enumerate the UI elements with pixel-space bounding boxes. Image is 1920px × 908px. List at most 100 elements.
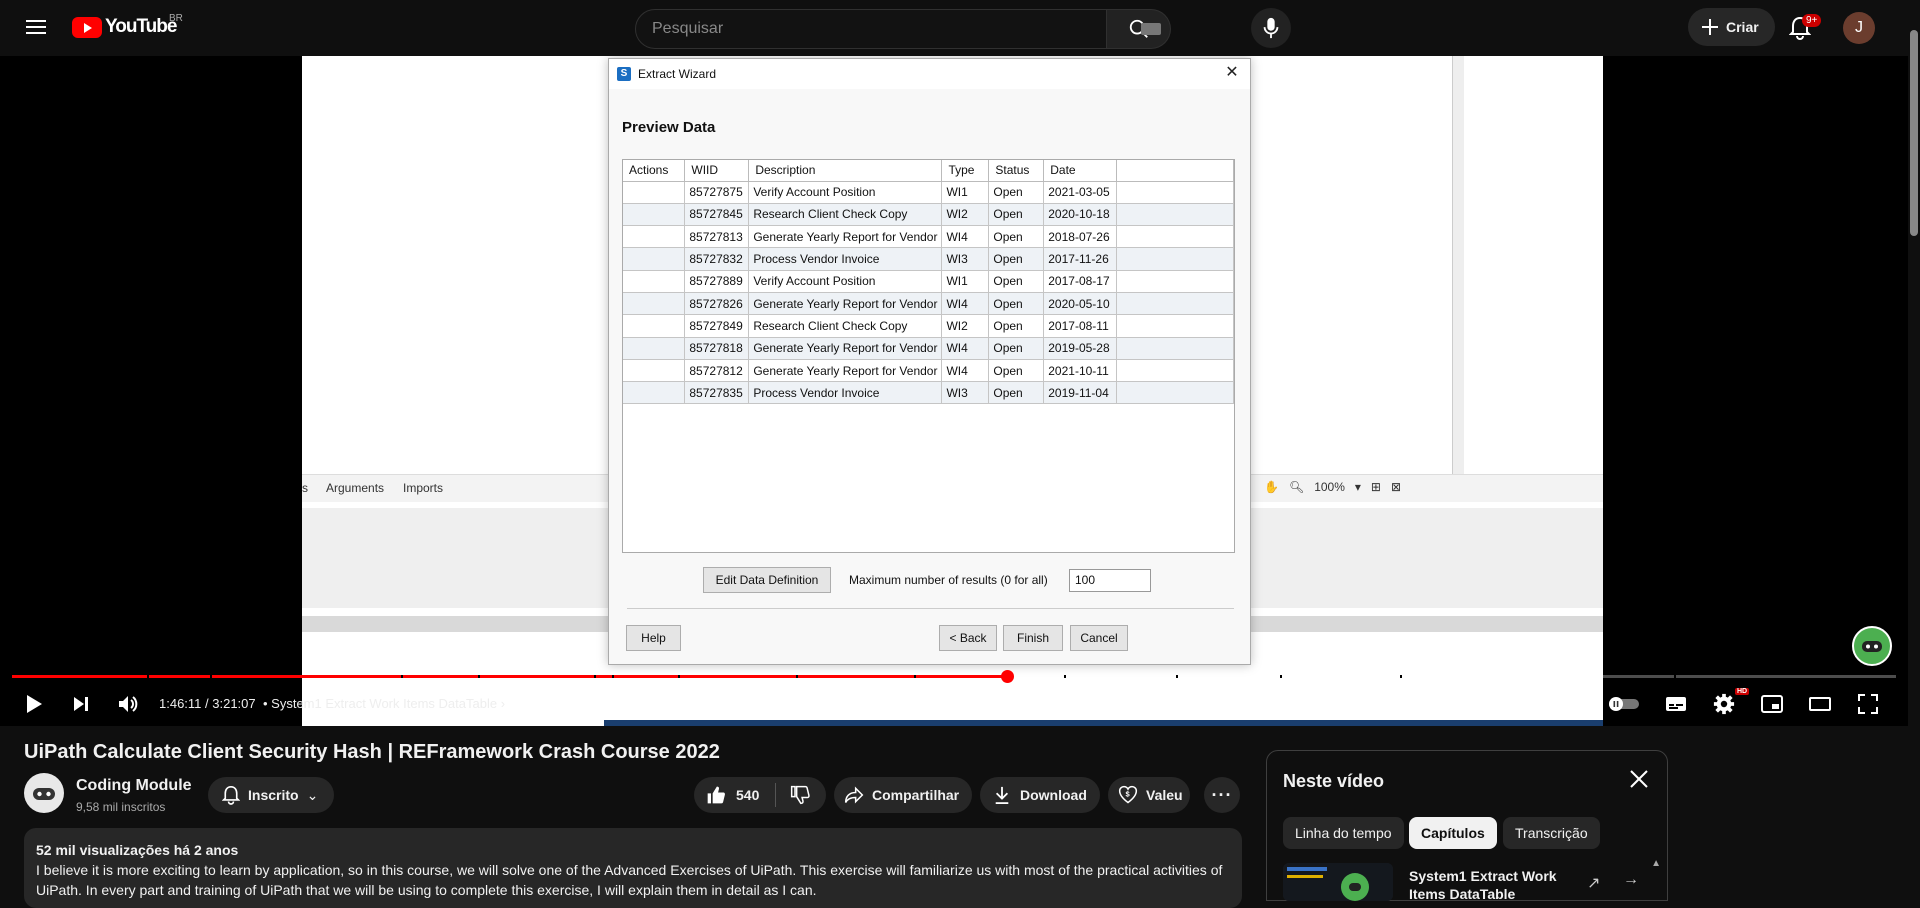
gear-icon: [1713, 693, 1735, 715]
player-controls: 1:46:11 / 3:21:07 • System1 Extract Work…: [0, 686, 1908, 726]
table-cell: 85727835: [684, 381, 750, 405]
youtube-play-icon: [72, 16, 102, 38]
more-icon: ···: [1211, 784, 1233, 805]
dialog-heading: Preview Data: [622, 119, 716, 136]
description-text: I believe it is more exciting to learn b…: [36, 862, 1223, 898]
tab-timeline[interactable]: Linha do tempo: [1283, 817, 1404, 849]
table-row: 85727818 Generate Yearly Report for Vendo…: [623, 337, 1234, 360]
table-cell: Verify Account Position: [748, 270, 943, 293]
miniplayer-button[interactable]: [1754, 686, 1790, 722]
like-button[interactable]: 540: [706, 785, 759, 805]
chapter-marker: [1674, 675, 1676, 678]
tab-transcript[interactable]: Transcrição: [1503, 817, 1600, 849]
chapter-marker: [1400, 675, 1402, 678]
table-cell: Open: [988, 381, 1045, 405]
thanks-button[interactable]: $ Valeu: [1108, 777, 1190, 813]
table-row: 85727835 Process Vendor Invoice WI3 Open 201…: [623, 381, 1234, 405]
miniplayer-icon: [1761, 695, 1783, 713]
table-cell: [1116, 292, 1234, 316]
panel-close-button[interactable]: [1629, 769, 1653, 793]
search-input[interactable]: [635, 9, 1107, 49]
column-header: Actions: [623, 160, 686, 182]
close-icon: [1630, 770, 1648, 788]
video-player[interactable]: s Arguments Imports ✋ 🔍︎ 100% ▾ ⊞ ⊠ S Ex…: [0, 56, 1908, 726]
subtitles-icon: [1666, 697, 1686, 711]
table-cell: Open: [988, 203, 1045, 227]
current-chapter-link[interactable]: • System1 Extract Work Items DataTable ›: [263, 696, 505, 711]
video-title: UiPath Calculate Client Security Hash | …: [24, 741, 720, 763]
video-frame[interactable]: s Arguments Imports ✋ 🔍︎ 100% ▾ ⊞ ⊠ S Ex…: [302, 56, 1603, 726]
table-row: 85727845 Research Client Check Copy WI2 Ope…: [623, 203, 1234, 227]
table-row: 85727849 Research Client Check Copy WI2 Ope…: [623, 314, 1234, 338]
chevron-down-icon: ⌄: [306, 786, 319, 803]
chapter-marker: [1280, 675, 1282, 678]
theater-mode-button[interactable]: [1802, 686, 1838, 722]
table-cell: [623, 314, 686, 338]
share-button[interactable]: Compartilhar: [834, 777, 972, 813]
table-cell: 85727826: [684, 292, 750, 316]
like-count: 540: [736, 787, 760, 803]
studio-tab-imports: Imports: [403, 481, 444, 495]
autoplay-toggle[interactable]: [1606, 686, 1642, 722]
account-avatar[interactable]: J: [1843, 12, 1875, 44]
table-cell: [1116, 381, 1234, 405]
table-cell: Process Vendor Invoice: [748, 381, 943, 405]
tab-chapters[interactable]: Capítulos: [1409, 817, 1497, 849]
page-scrollbar[interactable]: [1908, 0, 1920, 901]
plus-icon: [1702, 19, 1718, 35]
chapter-list-item[interactable]: System1 Extract Work Items DataTable ↗ →: [1283, 861, 1653, 902]
create-button[interactable]: Criar: [1688, 8, 1775, 46]
download-label: Download: [1020, 787, 1087, 803]
voice-search-button[interactable]: [1251, 8, 1291, 48]
panel-scroll-up-icon[interactable]: ▲: [1651, 858, 1661, 869]
table-cell: 85727832: [684, 247, 750, 271]
table-row: 85727812 Generate Yearly Report for Vendo…: [623, 359, 1234, 383]
share-icon: [844, 786, 864, 804]
cancel-button: Cancel: [1070, 625, 1128, 651]
table-cell: 2021-03-05: [1043, 181, 1118, 204]
progress-scrubber[interactable]: [1000, 670, 1014, 683]
gamepad-icon: [1862, 641, 1882, 652]
channel-name[interactable]: Coding Module: [76, 777, 192, 795]
table-cell: Process Vendor Invoice: [748, 247, 943, 271]
subtitles-button[interactable]: [1658, 686, 1694, 722]
play-button[interactable]: [16, 686, 52, 722]
help-button: Help: [626, 625, 681, 651]
table-cell: WI4: [941, 225, 990, 249]
table-cell: WI3: [941, 381, 990, 405]
progress-played: [12, 675, 1007, 678]
view-count-and-date: 52 mil visualizações há 2 anos: [36, 842, 239, 858]
table-cell: WI4: [941, 337, 990, 360]
fullscreen-button[interactable]: [1850, 686, 1886, 722]
channel-avatar[interactable]: [24, 773, 64, 813]
table-cell: WI2: [941, 203, 990, 227]
table-cell: [623, 225, 686, 249]
dislike-button[interactable]: [790, 785, 811, 805]
keyboard-icon[interactable]: [1141, 23, 1161, 35]
scrollbar-thumb[interactable]: [1910, 30, 1918, 236]
table-cell: [1116, 203, 1234, 227]
volume-button[interactable]: [110, 686, 146, 722]
channel-watermark[interactable]: [1852, 626, 1892, 666]
chapter-marker: [594, 675, 596, 678]
chapter-marker: [796, 675, 798, 678]
description-box[interactable]: 52 mil visualizações há 2 anos I believe…: [24, 828, 1242, 908]
table-cell: [623, 247, 686, 271]
hand-icon: ✋: [1264, 480, 1279, 494]
autoplay-icon: [1609, 697, 1639, 711]
next-button[interactable]: [63, 686, 99, 722]
magnifier-icon: 🔍︎: [1288, 480, 1305, 494]
table-cell: [1116, 337, 1234, 360]
download-button[interactable]: Download: [980, 777, 1100, 813]
menu-icon[interactable]: [20, 16, 52, 40]
subscribed-button[interactable]: Inscrito ⌄: [208, 777, 334, 813]
dialog-title: Extract Wizard: [638, 67, 717, 81]
dialog-titlebar: S Extract Wizard: [609, 59, 1250, 89]
youtube-logo[interactable]: YouTube: [72, 16, 177, 38]
progress-bar[interactable]: [12, 670, 1896, 683]
notification-badge: 9+: [1802, 14, 1822, 27]
more-actions-button[interactable]: ···: [1204, 777, 1240, 813]
uipath-app-icon: S: [617, 67, 631, 81]
table-body: 85727875 Verify Account Position WI1 Open 20…: [623, 181, 1234, 405]
search-button[interactable]: [1107, 9, 1171, 49]
